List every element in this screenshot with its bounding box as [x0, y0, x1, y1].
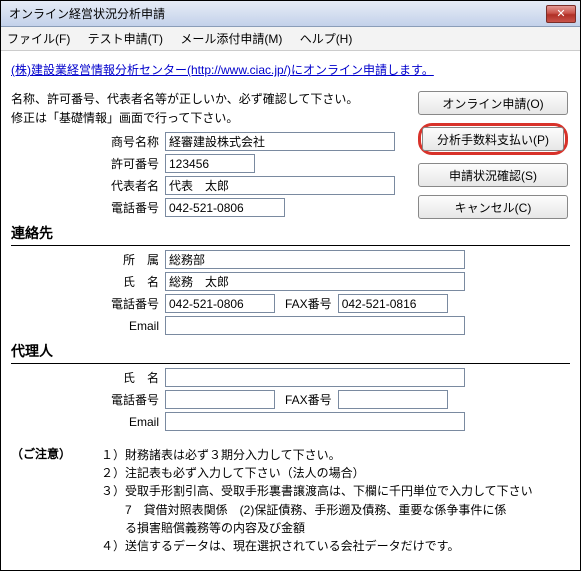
menu-file[interactable]: ファイル(F): [7, 32, 70, 46]
titlebar: オンライン経営状況分析申請 ✕: [1, 1, 580, 27]
caution-list: １）財務諸表は必ず３期分入力して下さい。 ２）注記表も必ず入力して下さい（法人の…: [101, 445, 570, 556]
ciac-link[interactable]: (株)建設業経営情報分析センター(http://www.ciac.jp/)にオン…: [11, 61, 434, 78]
window-title: オンライン経営状況分析申請: [9, 5, 165, 22]
cancel-label: キャンセル(C): [455, 199, 532, 216]
renraku-fax-field[interactable]: [338, 294, 448, 313]
label-dairi-fax: FAX番号: [285, 391, 332, 408]
body: (株)建設業経営情報分析センター(http://www.ciac.jp/)にオン…: [1, 51, 580, 570]
app-window: オンライン経営状況分析申請 ✕ ファイル(F) テスト申請(T) メール添付申請…: [0, 0, 581, 571]
menu-help[interactable]: ヘルプ(H): [300, 32, 353, 46]
label-shougou: 商号名称: [105, 133, 165, 150]
section-dairi: 代理人: [11, 341, 570, 364]
caution-1: １）財務諸表は必ず３期分入力して下さい。: [101, 447, 570, 463]
caution-2: ２）注記表も必ず入力して下さい（法人の場合）: [101, 465, 570, 481]
menu-test[interactable]: テスト申請(T): [88, 32, 163, 46]
label-shimei: 氏 名: [105, 273, 165, 290]
label-shozoku: 所 属: [105, 251, 165, 268]
shougou-field[interactable]: [165, 132, 395, 151]
pay-fee-label: 分析手数料支払い(P): [437, 131, 549, 148]
label-kyoka: 許可番号: [105, 155, 165, 172]
label-daihyou: 代表者名: [105, 177, 165, 194]
renraku-email-field[interactable]: [165, 316, 465, 335]
label-renraku-fax: FAX番号: [285, 295, 332, 312]
caution-4: ４）送信するデータは、現在選択されている会社データだけです。: [101, 538, 570, 554]
label-dairi-shimei: 氏 名: [105, 369, 165, 386]
status-check-label: 申請状況確認(S): [449, 167, 537, 184]
right-button-column: オンライン申請(O) 分析手数料支払い(P) 申請状況確認(S) キャンセル(C…: [418, 91, 568, 219]
caution-3c: る損害賠償義務等の内容及び金額: [101, 520, 570, 536]
cancel-button[interactable]: キャンセル(C): [418, 195, 568, 219]
online-apply-button[interactable]: オンライン申請(O): [418, 91, 568, 115]
renraku-shimei-field[interactable]: [165, 272, 465, 291]
label-tel: 電話番号: [105, 199, 165, 216]
pay-highlight: 分析手数料支払い(P): [418, 123, 568, 155]
online-apply-label: オンライン申請(O): [442, 95, 543, 112]
label-dairi-email: Email: [105, 415, 165, 429]
caution-3a: ３）受取手形割引高、受取手形裏書譲渡高は、下欄に千円単位で入力して下さい: [101, 483, 570, 499]
dairi-fax-field[interactable]: [338, 390, 448, 409]
daihyou-field[interactable]: [165, 176, 395, 195]
pay-fee-button[interactable]: 分析手数料支払い(P): [422, 127, 564, 151]
menubar: ファイル(F) テスト申請(T) メール添付申請(M) ヘルプ(H): [1, 27, 580, 51]
renraku-shozoku-field[interactable]: [165, 250, 465, 269]
label-dairi-tel: 電話番号: [105, 391, 165, 408]
close-button[interactable]: ✕: [546, 5, 576, 23]
renraku-tel-field[interactable]: [165, 294, 275, 313]
close-icon: ✕: [556, 7, 565, 20]
dairi-shimei-field[interactable]: [165, 368, 465, 387]
section-renraku: 連絡先: [11, 223, 570, 246]
caution-section: （ご注意） １）財務諸表は必ず３期分入力して下さい。 ２）注記表も必ず入力して下…: [11, 445, 570, 556]
label-renraku-email: Email: [105, 319, 165, 333]
caution-heading: （ご注意）: [11, 445, 101, 556]
menu-mail[interactable]: メール添付申請(M): [180, 32, 282, 46]
status-check-button[interactable]: 申請状況確認(S): [418, 163, 568, 187]
kyoka-field[interactable]: [165, 154, 255, 173]
caution-3b: 7 貸借対照表関係 (2)保証債務、手形遡及債務、重要な係争事件に係: [101, 502, 570, 518]
dairi-tel-field[interactable]: [165, 390, 275, 409]
label-renraku-tel: 電話番号: [105, 295, 165, 312]
tel-field[interactable]: [165, 198, 285, 217]
dairi-email-field[interactable]: [165, 412, 465, 431]
